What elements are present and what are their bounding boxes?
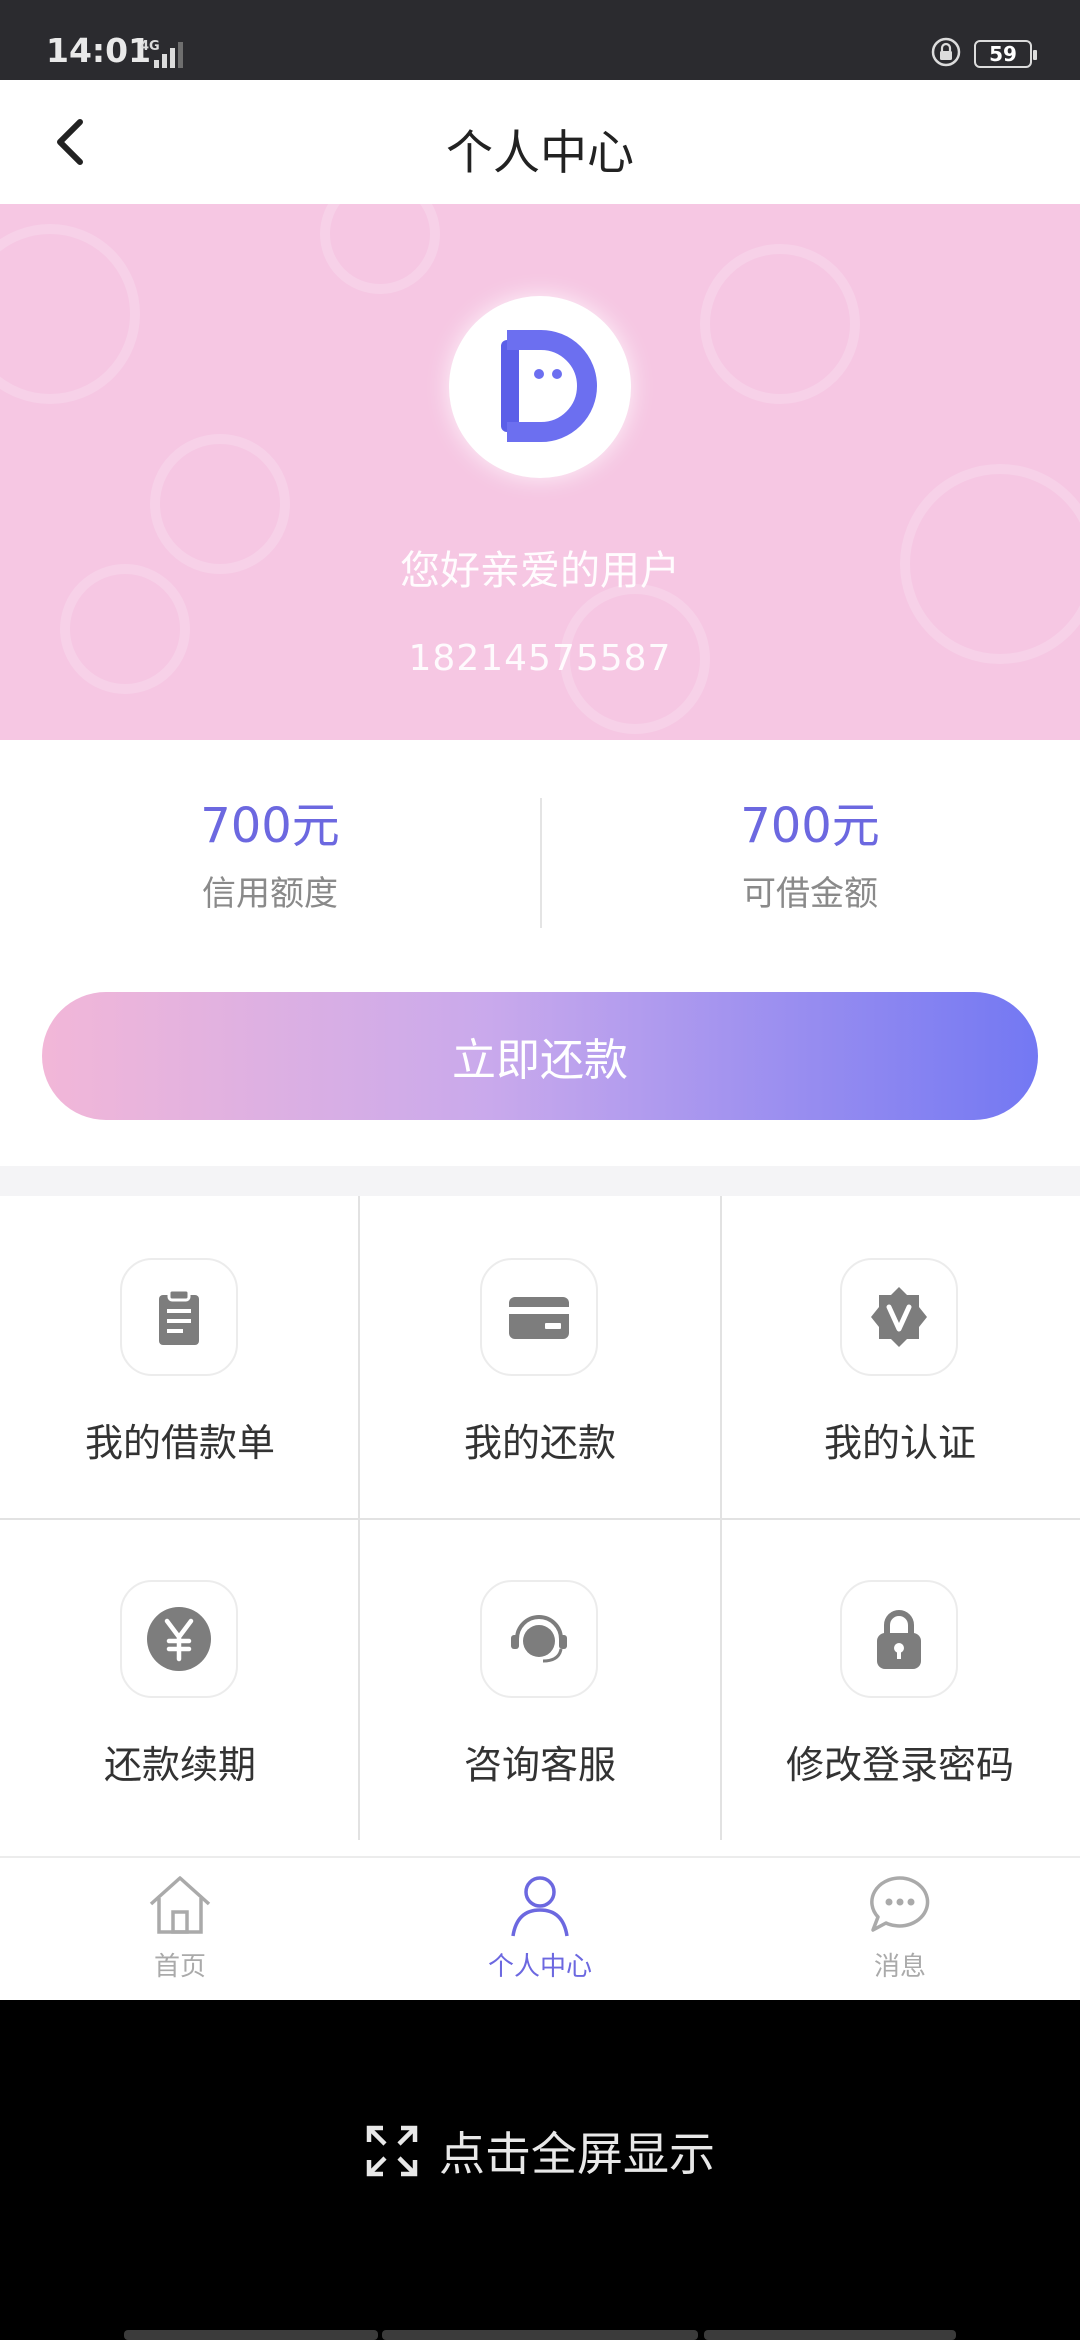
menu-grid: 我的借款单 我的还款 我的认证 还款续期 咨询客服 修改登录密码 — [0, 1196, 1080, 1840]
menu-item-change-password[interactable]: 修改登录密码 — [720, 1518, 1080, 1840]
nav-label: 个人中心 — [487, 1952, 592, 1982]
expand-icon — [366, 2125, 418, 2177]
menu-item-label: 修改登录密码 — [785, 1743, 1014, 1787]
nav-profile[interactable]: 个人中心 — [360, 1868, 720, 1983]
menu-item-loan-orders[interactable]: 我的借款单 — [0, 1196, 360, 1518]
app-logo-icon — [501, 330, 597, 442]
menu-item-label: 咨询客服 — [463, 1743, 616, 1787]
page-title: 个人中心 — [446, 126, 634, 181]
profile-banner: 您好亲爱的用户 18214575587 — [0, 204, 1080, 740]
nav-bar-indicator — [704, 2330, 956, 2340]
credit-summary: 700元 信用额度 700元 可借金额 — [0, 740, 1080, 978]
status-time: 14:01 — [46, 31, 152, 70]
menu-item-label: 还款续期 — [103, 1743, 256, 1787]
phone-number: 18214575587 — [408, 638, 672, 679]
banner-decoration — [0, 224, 140, 404]
nav-label: 消息 — [873, 1952, 926, 1982]
available-amount-label: 可借金额 — [742, 873, 878, 914]
greeting-text: 您好亲爱的用户 — [400, 548, 680, 594]
fullscreen-label: 点击全屏显示 — [439, 2127, 715, 2181]
headset-icon — [480, 1580, 598, 1698]
yuan-icon — [120, 1580, 238, 1698]
nav-home[interactable]: 首页 — [0, 1868, 360, 1983]
menu-item-label: 我的认证 — [823, 1421, 976, 1465]
status-bar: 14:01 4G 59 — [0, 0, 1080, 80]
title-bar: 个人中心 — [0, 80, 1080, 204]
person-icon — [511, 1876, 569, 1937]
nav-messages[interactable]: 消息 — [720, 1868, 1080, 1983]
menu-item-repayment-extension[interactable]: 还款续期 — [0, 1518, 360, 1840]
svg-text:4G: 4G — [140, 39, 160, 54]
credit-limit: 700元 信用额度 — [0, 798, 540, 915]
section-separator — [0, 1166, 1080, 1196]
menu-item-label: 我的还款 — [463, 1421, 616, 1465]
card-icon — [480, 1258, 598, 1376]
banner-decoration — [700, 244, 860, 404]
fullscreen-bar: 点击全屏显示 — [0, 2000, 1080, 2340]
menu-item-my-repayments[interactable]: 我的还款 — [360, 1196, 720, 1518]
clipboard-icon — [120, 1258, 238, 1376]
nav-label: 首页 — [153, 1952, 206, 1982]
battery-level: 59 — [989, 42, 1017, 66]
nav-bar-indicator — [124, 2330, 378, 2340]
credit-limit-value: 700元 — [200, 798, 340, 854]
message-icon — [870, 1876, 930, 1932]
bottom-nav: 首页 个人中心 消息 — [0, 1856, 1080, 2002]
avatar[interactable] — [449, 296, 631, 478]
rotation-lock-icon — [930, 36, 962, 72]
fullscreen-button[interactable]: 点击全屏显示 — [0, 2118, 1080, 2184]
signal-icon: 4G — [140, 38, 196, 76]
screen: 14:01 4G 59 个人中心 您好亲爱的用户 18214575587 700… — [0, 0, 1080, 2340]
menu-item-my-verification[interactable]: 我的认证 — [720, 1196, 1080, 1518]
banner-decoration — [320, 204, 440, 294]
menu-item-customer-service[interactable]: 咨询客服 — [360, 1518, 720, 1840]
home-icon — [149, 1876, 211, 1934]
verified-badge-icon — [840, 1258, 958, 1376]
available-amount-value: 700元 — [740, 798, 880, 854]
credit-limit-label: 信用额度 — [202, 873, 338, 914]
available-amount: 700元 可借金额 — [540, 798, 1080, 915]
menu-item-label: 我的借款单 — [84, 1421, 275, 1465]
nav-bar-indicator — [382, 2330, 698, 2340]
repay-now-button[interactable]: 立即还款 — [42, 992, 1038, 1120]
lock-icon — [840, 1580, 958, 1698]
battery-icon: 59 — [974, 40, 1037, 68]
